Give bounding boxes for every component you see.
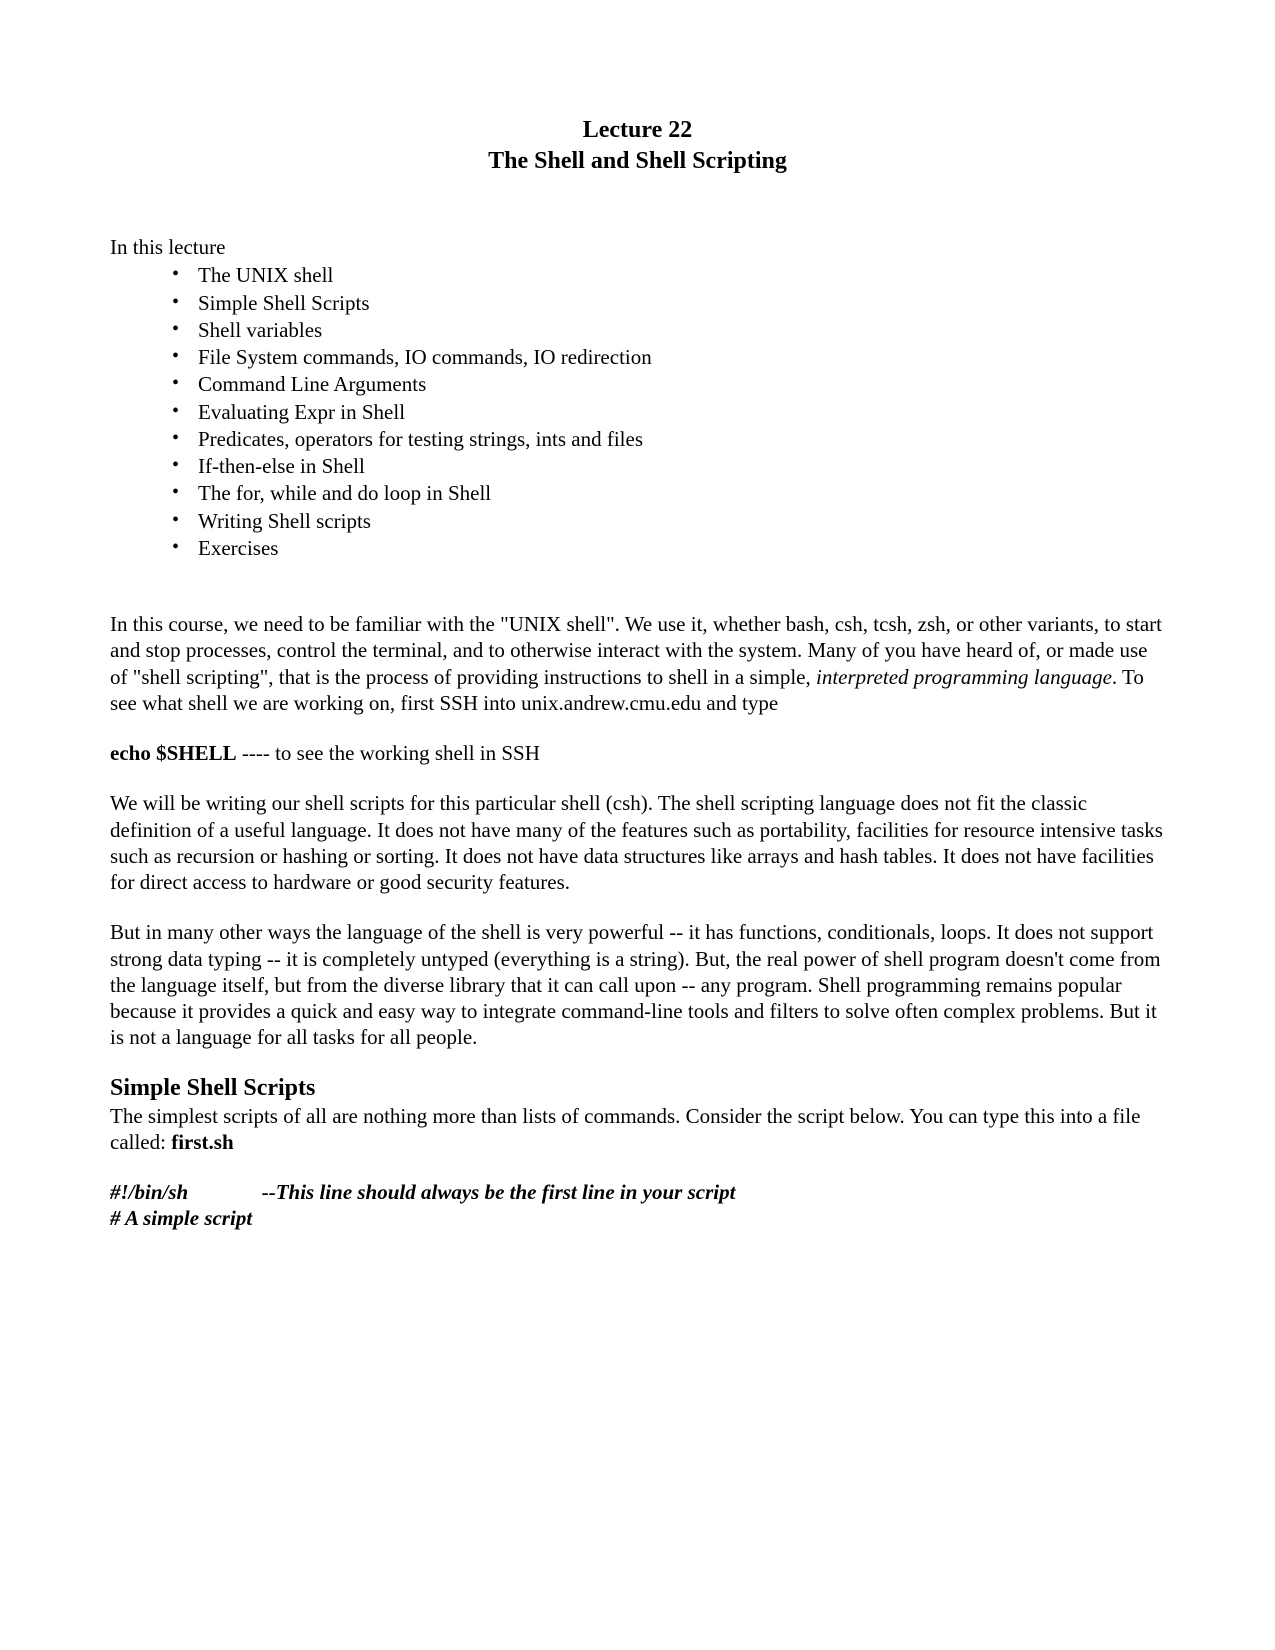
list-item: Shell variables: [172, 317, 1165, 343]
paragraph-2: We will be writing our shell scripts for…: [110, 790, 1165, 895]
document-title: Lecture 22 The Shell and Shell Scripting: [110, 115, 1165, 177]
command-rest: ---- to see the working shell in SSH: [237, 741, 540, 765]
list-item: Writing Shell scripts: [172, 508, 1165, 534]
list-item: The for, while and do loop in Shell: [172, 480, 1165, 506]
section-1-para-bold: first.sh: [171, 1130, 233, 1154]
list-item: Evaluating Expr in Shell: [172, 399, 1165, 425]
paragraph-1: In this course, we need to be familiar w…: [110, 611, 1165, 716]
list-item: Exercises: [172, 535, 1165, 561]
list-item: If-then-else in Shell: [172, 453, 1165, 479]
list-item: File System commands, IO commands, IO re…: [172, 344, 1165, 370]
command-bold: echo $SHELL: [110, 741, 237, 765]
list-item: Simple Shell Scripts: [172, 290, 1165, 316]
code-shebang: #!/bin/sh: [110, 1180, 188, 1204]
command-line: echo $SHELL ---- to see the working shel…: [110, 740, 1165, 766]
code-line-1: #!/bin/sh --This line should always be t…: [110, 1179, 1165, 1205]
code-comment-1: --This line should always be the first l…: [262, 1180, 736, 1204]
paragraph-3: But in many other ways the language of t…: [110, 919, 1165, 1050]
para1-italic: interpreted programming language: [816, 665, 1112, 689]
section-1-para-pre: The simplest scripts of all are nothing …: [110, 1104, 1140, 1154]
code-block: #!/bin/sh --This line should always be t…: [110, 1179, 1165, 1232]
title-line-1: Lecture 22: [110, 115, 1165, 146]
title-line-2: The Shell and Shell Scripting: [110, 146, 1165, 177]
page: Lecture 22 The Shell and Shell Scripting…: [0, 0, 1275, 1232]
section-heading: Simple Shell Scripts: [110, 1075, 1165, 1102]
list-item: Predicates, operators for testing string…: [172, 426, 1165, 452]
topics-list: The UNIX shell Simple Shell Scripts Shel…: [110, 262, 1165, 561]
list-item: Command Line Arguments: [172, 371, 1165, 397]
section-1-para: The simplest scripts of all are nothing …: [110, 1103, 1165, 1156]
intro-label: In this lecture: [110, 235, 1165, 260]
list-item: The UNIX shell: [172, 262, 1165, 288]
code-line-2: # A simple script: [110, 1205, 1165, 1231]
